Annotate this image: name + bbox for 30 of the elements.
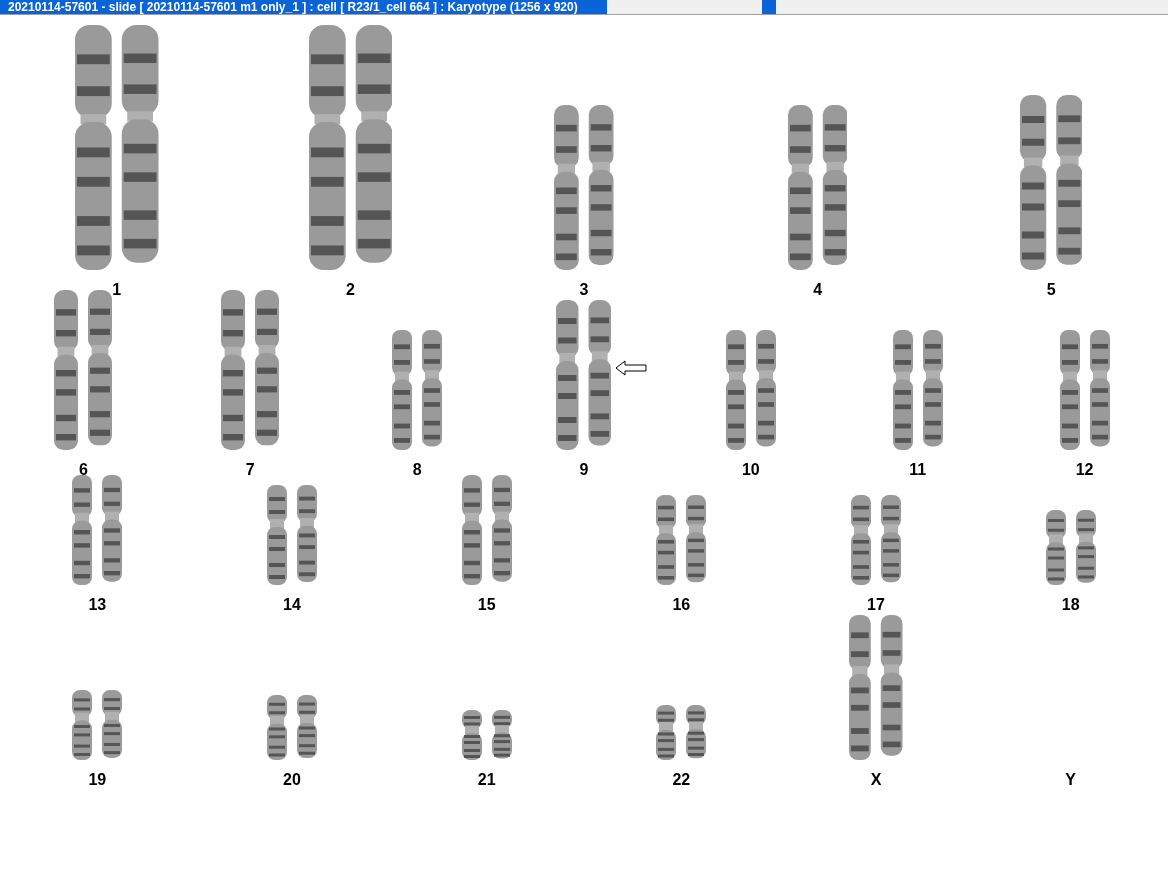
chromosome-number: 7 xyxy=(245,460,255,480)
window-title: 20210114-57601 - slide [ 20210114-57601 m1 only_1 ] : cell [ R23/1_cell 664 ] : Karyotype (1256 x 920) xyxy=(0,0,607,14)
chromosome-number: 10 xyxy=(741,460,760,480)
scrollbar-thumb[interactable] xyxy=(762,0,776,14)
chromosome-number: 19 xyxy=(88,770,107,790)
chromosome-pair-drawing xyxy=(267,695,317,760)
chromosome-number: 1 xyxy=(112,280,122,300)
chromosome-number: 20 xyxy=(283,770,301,790)
chromosome-pair-drawing xyxy=(72,690,123,760)
chromosome-number: Y xyxy=(1065,770,1076,790)
chromosome-number: X xyxy=(870,770,882,790)
chromosome-number: 3 xyxy=(579,280,589,300)
chromosome-number: 13 xyxy=(88,595,107,615)
chromosome-number: 8 xyxy=(412,460,422,480)
chromosome-number: 21 xyxy=(477,770,496,790)
chromosome-number: 15 xyxy=(477,595,496,615)
chromosome-number: 2 xyxy=(345,280,355,300)
chromosome-number: 12 xyxy=(1075,460,1094,480)
chromosome-number: 16 xyxy=(672,595,691,615)
chromosome-number: 9 xyxy=(579,460,589,480)
chromosome-pair-drawing xyxy=(461,710,512,760)
chromosome-pair-drawing xyxy=(656,705,707,760)
chromosome-number: 5 xyxy=(1046,280,1056,300)
chromosome-number: 17 xyxy=(867,595,885,615)
chromosome-number: 22 xyxy=(672,770,691,790)
chromosome-number: 11 xyxy=(909,460,927,480)
chromosome-number: 4 xyxy=(813,280,823,300)
chromosome-number: 6 xyxy=(78,460,88,480)
chromosome-number: 14 xyxy=(283,595,301,615)
chromosome-number: 18 xyxy=(1061,595,1080,615)
